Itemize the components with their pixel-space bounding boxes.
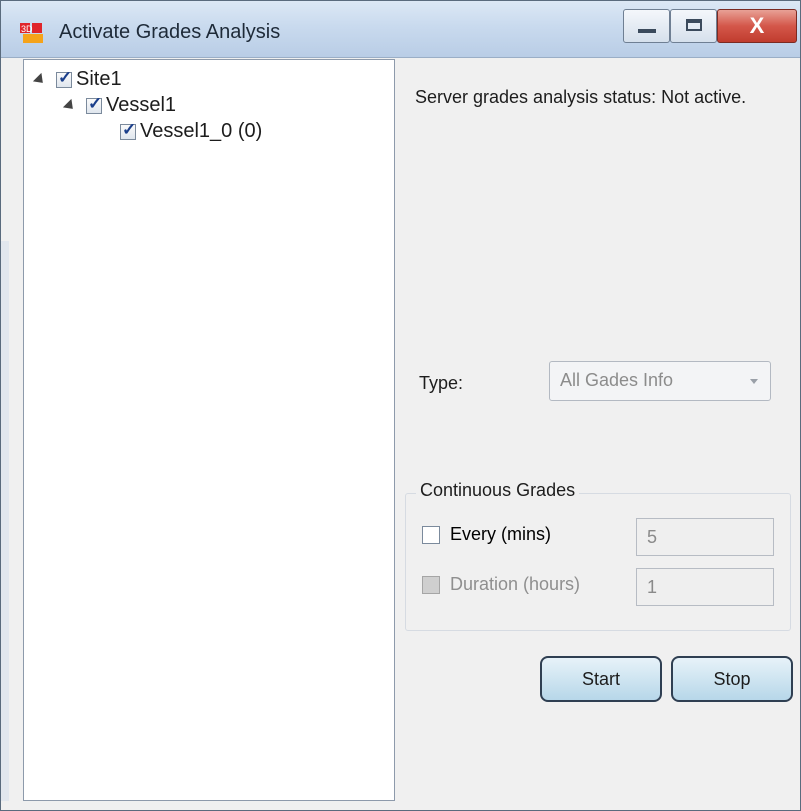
duration-hours-checkbox — [422, 576, 440, 595]
maximize-button[interactable] — [670, 9, 717, 43]
expand-arrow-icon[interactable] — [62, 98, 78, 113]
every-mins-field[interactable]: 5 — [636, 518, 774, 556]
every-mins-option[interactable]: Every (mins) — [422, 524, 551, 545]
site-tree[interactable]: Site1 Vessel1 Vessel1_0 (0) — [23, 59, 395, 801]
analysis-status-text: Server grades analysis status: Not activ… — [415, 87, 747, 107]
site-checkbox[interactable] — [56, 68, 72, 88]
continuous-grades-group: Continuous Grades Every (mins) Duration … — [405, 480, 791, 631]
chevron-down-icon — [750, 379, 758, 384]
tree-node-site[interactable]: Site1 — [32, 68, 122, 94]
minimize-button[interactable] — [623, 9, 670, 43]
title-bar[interactable]: 3D Activate Grades Analysis X — [1, 1, 800, 58]
close-icon: X — [749, 13, 765, 38]
every-mins-checkbox[interactable] — [422, 526, 440, 545]
type-dropdown[interactable]: All Gades Info — [549, 361, 771, 401]
continuous-grades-title: Continuous Grades — [416, 480, 580, 501]
tree-node-label: Vessel1_0 (0) — [140, 120, 263, 143]
stop-button[interactable]: Stop — [671, 656, 793, 702]
start-button[interactable]: Start — [540, 656, 662, 702]
svg-text:3D: 3D — [21, 24, 33, 34]
expand-arrow-icon[interactable] — [32, 72, 48, 87]
duration-hours-option: Duration (hours) — [422, 574, 580, 595]
every-mins-value: 5 — [647, 527, 658, 547]
left-edge-divider — [1, 241, 9, 801]
duration-hours-field: 1 — [636, 568, 774, 606]
minimize-icon — [638, 29, 656, 33]
window-title: Activate Grades Analysis — [59, 21, 281, 43]
tree-node-vessel[interactable]: Vessel1 — [62, 94, 177, 120]
maximize-icon — [686, 19, 702, 31]
tree-node-label: Vessel1 — [106, 94, 177, 117]
duration-hours-value: 1 — [647, 577, 658, 597]
close-button[interactable]: X — [717, 9, 797, 43]
vessel-checkbox[interactable] — [86, 94, 102, 114]
duration-hours-label: Duration (hours) — [450, 574, 581, 594]
tree-node-vessel-item[interactable]: Vessel1_0 (0) — [120, 120, 262, 146]
type-selected-value: All Gades Info — [560, 370, 674, 390]
every-mins-label: Every (mins) — [450, 524, 552, 544]
type-label: Type: — [419, 373, 464, 393]
tree-node-label: Site1 — [76, 68, 122, 91]
activate-grades-window: 3D Activate Grades Analysis X Site1 Vess… — [0, 0, 801, 811]
app-icon: 3D — [20, 23, 43, 43]
vessel-item-checkbox[interactable] — [120, 120, 136, 140]
